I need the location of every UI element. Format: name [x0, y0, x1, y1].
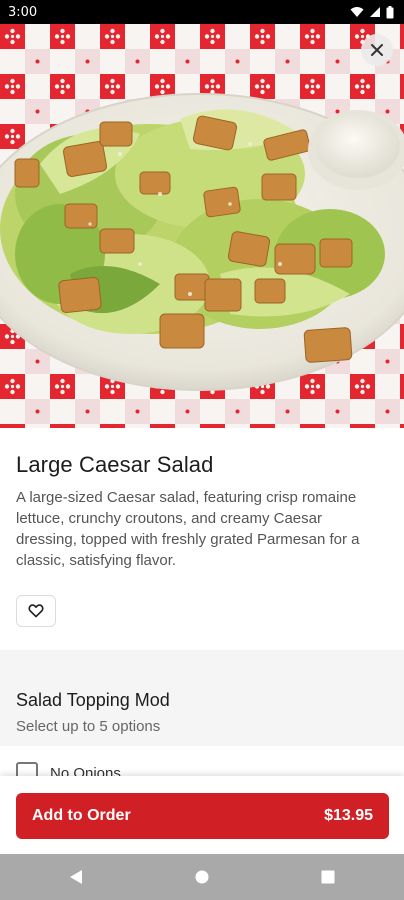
add-to-order-label: Add to Order [32, 807, 131, 824]
cell-signal-icon [370, 7, 380, 17]
favorite-button[interactable] [16, 595, 56, 627]
back-button[interactable] [61, 862, 91, 892]
add-to-order-price: $13.95 [324, 807, 373, 824]
modifier-group-header: Salad Topping Mod Select up to 5 options [0, 668, 404, 746]
wifi-icon [350, 7, 364, 17]
close-button[interactable] [361, 34, 393, 66]
system-nav-bar [0, 854, 404, 900]
heart-outline-icon [28, 604, 44, 618]
item-title: Large Caesar Salad [16, 452, 214, 477]
modifier-group-subtitle: Select up to 5 options [16, 718, 161, 735]
order-footer: Add to Order $13.95 [0, 776, 404, 854]
add-to-order-button[interactable]: Add to Order $13.95 [16, 793, 389, 839]
modifier-group-title: Salad Topping Mod [16, 690, 170, 710]
caesar-salad-photo [0, 24, 404, 428]
recents-icon [321, 870, 335, 884]
status-icons [350, 5, 394, 19]
home-icon [195, 870, 209, 884]
home-button[interactable] [187, 862, 217, 892]
back-icon [70, 870, 82, 884]
status-time: 3:00 [8, 4, 38, 20]
section-divider [0, 650, 404, 668]
status-bar: 3:00 [0, 0, 404, 24]
battery-icon [386, 5, 394, 18]
recents-button[interactable] [313, 862, 343, 892]
item-description: A large-sized Caesar salad, featuring cr… [16, 489, 360, 569]
item-hero-image [0, 24, 404, 428]
close-icon [371, 44, 383, 56]
